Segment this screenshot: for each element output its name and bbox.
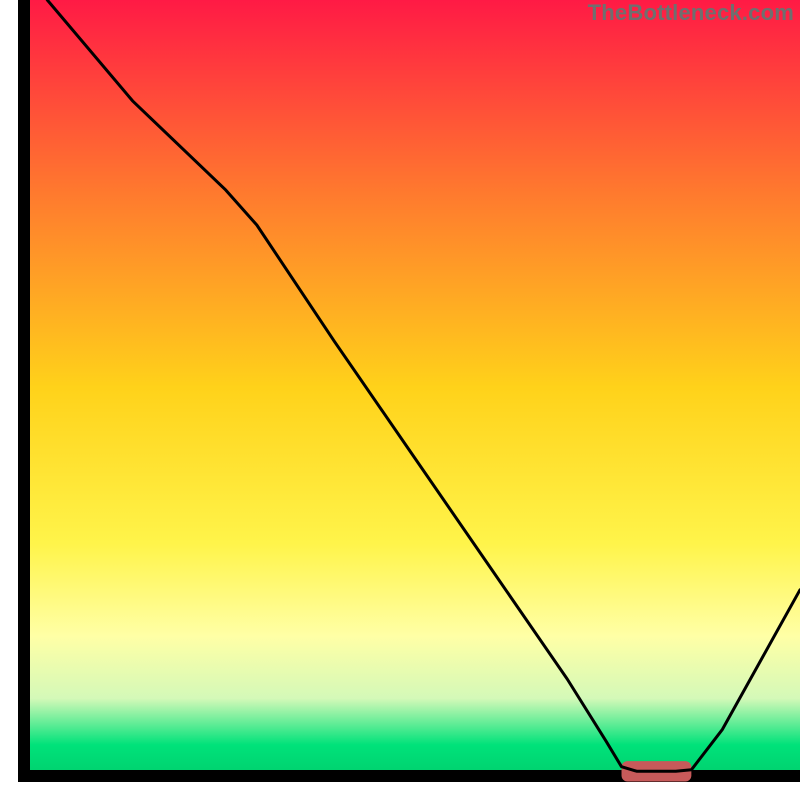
attribution-watermark: TheBottleneck.com (588, 0, 794, 26)
plot-background (24, 0, 800, 776)
bottleneck-chart (0, 0, 800, 800)
chart-container: TheBottleneck.com (0, 0, 800, 800)
